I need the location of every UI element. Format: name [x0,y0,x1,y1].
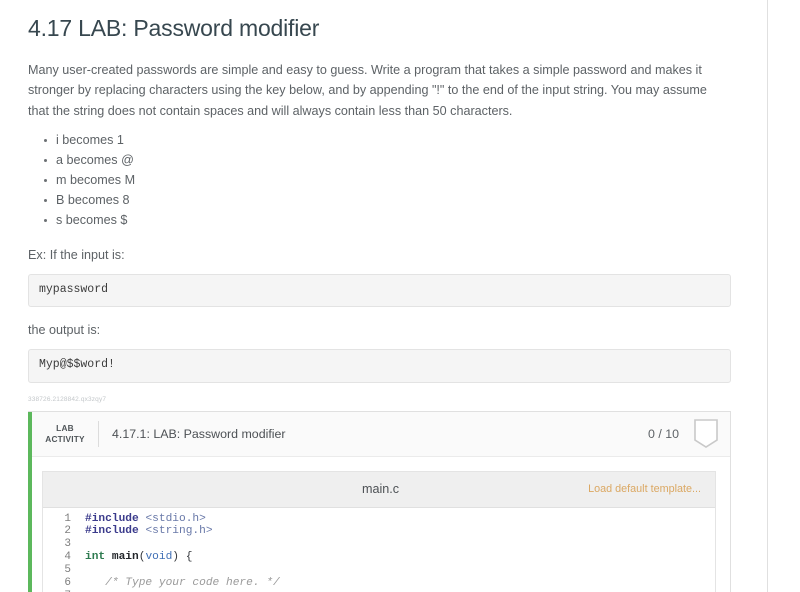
code-line[interactable]: 5 [43,564,715,577]
editor-header: main.c Load default template... [43,471,715,508]
code-line-text: #include <string.h> [77,525,715,538]
line-number: 6 [64,577,71,590]
code-line[interactable]: 2 #include <string.h> [43,525,715,538]
load-default-template-button[interactable]: Load default template... [588,483,715,495]
activity-id-text: 338726.2128842.qx3zqy7 [28,395,107,403]
lab-activity-title: 4.17.1: LAB: Password modifier [112,426,286,441]
page-content: 4.17 LAB: Password modifier Many user-cr… [0,0,767,592]
problem-description: Many user-created passwords are simple a… [28,62,707,118]
line-number: 4 [64,551,71,564]
shield-badge-icon[interactable] [693,418,719,449]
output-example-label: the output is: [28,323,101,338]
list-item: s becomes $ [44,212,767,232]
code-token: ) { [172,551,193,564]
list-item: a becomes @ [44,152,767,172]
list-item: i becomes 1 [44,132,767,152]
code-line-text: #include <stdio.h> [77,513,715,526]
code-line-text: int main(void) { [77,551,715,564]
lab-activity-badge: LAB ACTIVITY [32,423,98,445]
code-token: <string.h> [145,525,213,538]
line-number: 5 [64,564,71,577]
input-sample-box: mypassword [28,273,731,308]
list-item: B becomes 8 [44,192,767,212]
editor-wrapper: main.c Load default template... 1 #includ… [28,456,730,592]
list-item: m becomes M [44,172,767,192]
code-line-text: /* Type your code here. */ [77,577,715,590]
lab-accent-bar [28,411,32,592]
code-token: int [85,551,112,564]
code-line[interactable]: 6 /* Type your code here. */ [43,577,715,590]
code-line[interactable]: 4 int main(void) { [43,551,715,564]
lab-page: 4.17 LAB: Password modifier Many user-cr… [0,0,800,592]
code-token: void [145,551,173,564]
code-line[interactable]: 1 #include <stdio.h> [43,513,715,526]
lab-activity-header: LAB ACTIVITY 4.17.1: LAB: Password modif… [28,411,730,457]
page-scrollbar[interactable] [767,0,800,592]
line-number: 3 [64,538,71,551]
lab-badge-line-1: LAB [56,422,74,433]
lab-score: 0 / 10 [647,426,679,441]
substitution-key-list: i becomes 1 a becomes @ m becomes M B be… [0,132,767,232]
code-token: <stdio.h> [145,512,206,525]
output-sample-box: Myp@$$word! [28,349,731,383]
editor-filename: main.c [362,482,400,497]
lab-activity-card: LAB ACTIVITY 4.17.1: LAB: Password modif… [28,410,731,592]
code-token: main [111,551,139,564]
code-token: #include [85,512,146,525]
page-title: 4.17 LAB: Password modifier [28,15,320,41]
code-token: #include [85,525,146,538]
code-token: /* Type your code here. */ [85,577,280,590]
code-line[interactable]: 3 [43,538,715,551]
line-number: 1 [64,512,71,525]
line-number: 2 [64,525,71,538]
code-editor-panel: main.c Load default template... 1 #includ… [42,470,716,592]
code-editor-area[interactable]: 1 #include <stdio.h> 2 #include <string.h> 3… [43,507,715,592]
lab-badge-line-2: ACTIVITY [45,433,85,444]
input-example-label: Ex: If the input is: [28,248,125,263]
